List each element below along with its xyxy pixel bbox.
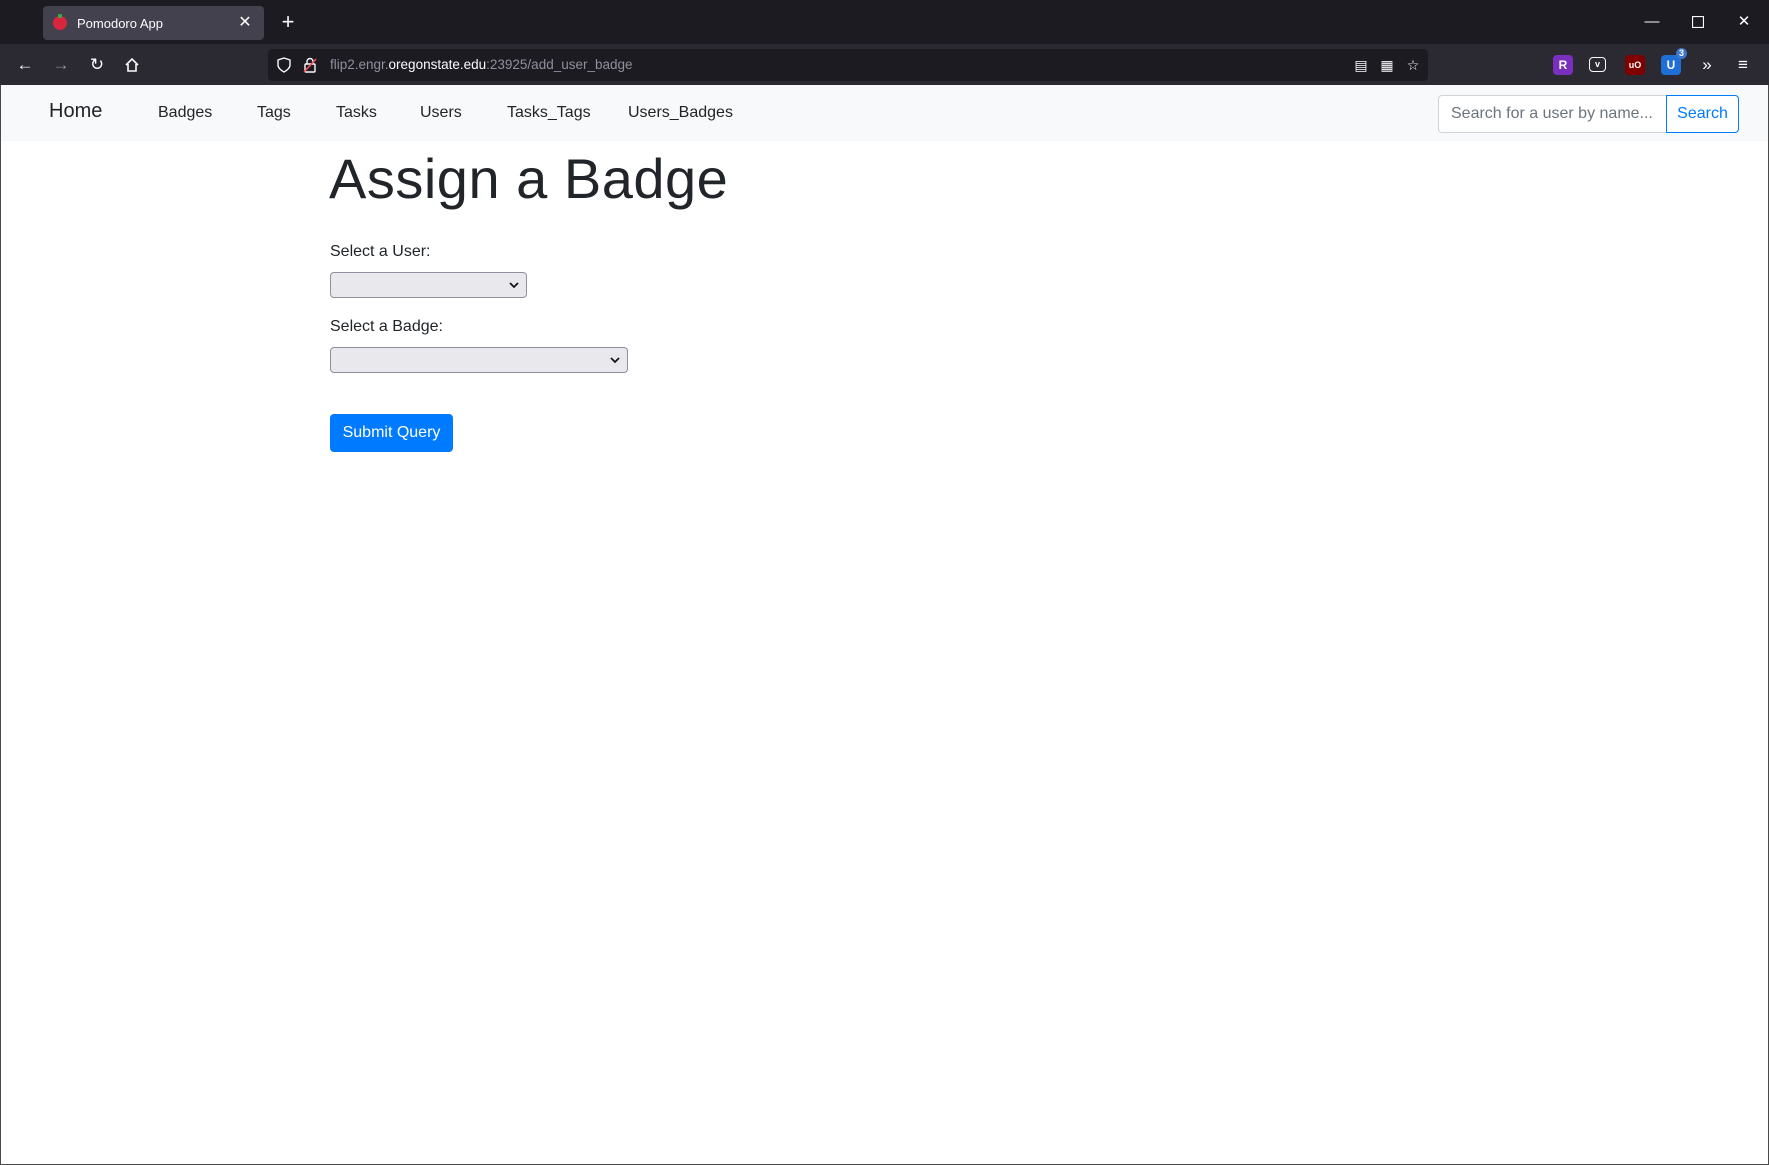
insecure-lock-icon[interactable] xyxy=(298,53,322,77)
chevron-down-icon xyxy=(610,357,620,364)
nav-link-tasks-tags[interactable]: Tasks_Tags xyxy=(507,104,591,122)
qr-code-icon[interactable]: ▦ xyxy=(1375,53,1399,77)
user-select-label: Select a User: xyxy=(330,243,431,260)
nav-link-tags[interactable]: Tags xyxy=(257,104,291,122)
user-search-input[interactable] xyxy=(1438,95,1667,133)
nav-link-users-badges[interactable]: Users_Badges xyxy=(628,104,733,122)
reload-icon[interactable]: ↻ xyxy=(84,52,110,78)
extension-count-badge: 3 xyxy=(1675,48,1687,59)
pocket-icon[interactable]: v xyxy=(1589,57,1606,72)
url-bar[interactable]: flip2.engr.oregonstate.edu:23925/add_use… xyxy=(268,49,1428,81)
shield-icon[interactable] xyxy=(272,53,296,77)
url-text[interactable]: flip2.engr.oregonstate.edu:23925/add_use… xyxy=(330,49,633,81)
browser-toolbar: ← → ↻ flip2.engr.oregonstate.edu:23925/a… xyxy=(0,44,1769,85)
nav-link-tasks[interactable]: Tasks xyxy=(336,104,377,122)
menu-icon[interactable]: ≡ xyxy=(1730,52,1756,78)
search-button[interactable]: Search xyxy=(1666,95,1739,133)
maximize-icon[interactable] xyxy=(1683,8,1713,36)
home-icon[interactable] xyxy=(119,52,145,78)
badge-select[interactable] xyxy=(330,347,628,373)
site-navbar: Home Badges Tags Tasks Users Tasks_Tags … xyxy=(1,85,1768,141)
tab-title: Pomodoro App xyxy=(77,15,164,31)
bookmark-star-icon[interactable]: ☆ xyxy=(1401,53,1425,77)
back-icon[interactable]: ← xyxy=(12,52,38,78)
tomato-icon xyxy=(53,14,67,30)
bitwarden-icon[interactable]: U 3 xyxy=(1661,48,1687,75)
brand-home-link[interactable]: Home xyxy=(49,100,102,123)
ublock-icon[interactable]: uO xyxy=(1625,55,1645,75)
page-viewport xyxy=(0,85,1769,1165)
nav-link-users[interactable]: Users xyxy=(420,104,462,122)
new-tab-icon[interactable]: + xyxy=(277,10,299,34)
forward-icon[interactable]: → xyxy=(48,52,74,78)
minimize-icon[interactable]: — xyxy=(1637,8,1667,36)
submit-query-button[interactable]: Submit Query xyxy=(330,414,453,452)
extension-r-icon[interactable]: R xyxy=(1553,55,1573,75)
page-title: Assign a Badge xyxy=(329,147,729,210)
close-tab-icon[interactable]: ✕ xyxy=(236,14,254,32)
badge-select-label: Select a Badge: xyxy=(330,318,443,335)
user-select[interactable] xyxy=(330,272,527,298)
chevron-down-icon xyxy=(509,282,519,289)
more-tools-icon[interactable]: » xyxy=(1694,52,1720,78)
reader-view-icon[interactable]: ▤ xyxy=(1349,53,1373,77)
browser-tab[interactable]: Pomodoro App ✕ xyxy=(43,6,264,40)
nav-link-badges[interactable]: Badges xyxy=(158,104,212,122)
close-window-icon[interactable]: ✕ xyxy=(1729,8,1759,36)
browser-tab-bar: Pomodoro App ✕ + — ✕ xyxy=(0,0,1769,44)
